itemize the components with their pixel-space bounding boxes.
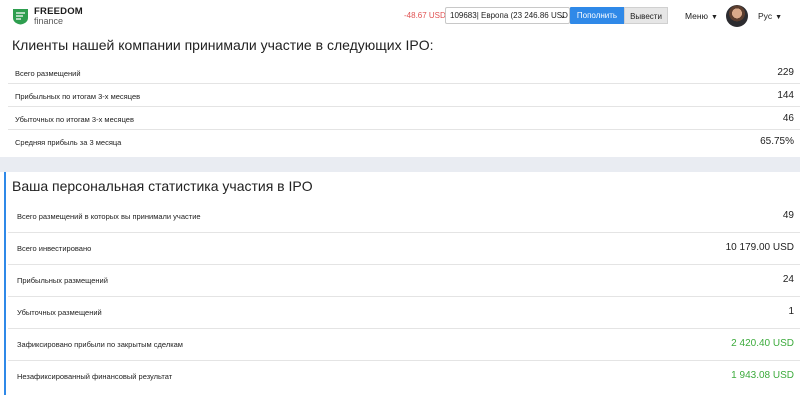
stats-label: Всего инвестировано (17, 244, 92, 253)
stats-label: Прибыльных размещений (17, 276, 108, 285)
account-select[interactable]: 109683| Европа (23 246.86 USD ⌄ (445, 7, 570, 24)
personal-row-invested: Всего инвестировано 10 179.00 USD (8, 233, 800, 265)
stats-value: 10 179.00 USD (725, 242, 794, 253)
stats-label: Убыточных размещений (17, 308, 102, 317)
stats-label: Прибыльных по итогам 3-х месяцев (15, 92, 141, 101)
chevron-down-icon: ⌄ (559, 11, 566, 20)
stats-value: 65.75% (760, 136, 794, 147)
personal-section-title: Ваша персональная статистика участия в I… (12, 178, 313, 194)
freedom-logo-icon (13, 8, 28, 25)
stats-label: Убыточных по итогам 3-х месяцев (15, 115, 134, 124)
stats-value: 144 (777, 90, 794, 101)
personal-row-loss: Убыточных размещений 1 (8, 297, 800, 329)
language-label: Рус (758, 11, 773, 21)
balance-change: -48.67 USD (404, 11, 446, 20)
avatar[interactable] (726, 5, 748, 27)
personal-row-participated: Всего размещений в которых вы принимали … (8, 200, 800, 233)
stats-label: Средняя прибыль за 3 месяца (15, 138, 122, 147)
language-dropdown[interactable]: Рус ▼ (758, 11, 782, 21)
menu-caret-icon: ▼ (710, 14, 718, 21)
personal-row-profitable: Прибыльных размещений 24 (8, 265, 800, 297)
company-section-title: Клиенты нашей компании принимали участие… (12, 37, 434, 53)
stats-row-total: Всего размещений 229 (8, 61, 800, 84)
stats-label: Всего размещений (15, 69, 81, 78)
section-accent-bar (4, 172, 6, 395)
stats-row-loss: Убыточных по итогам 3-х месяцев 46 (8, 107, 800, 130)
stats-value: 229 (777, 67, 794, 78)
personal-ipo-section: Ваша персональная статистика участия в I… (0, 172, 800, 395)
language-caret-icon: ▼ (775, 14, 783, 21)
deposit-button[interactable]: Пополнить (570, 7, 624, 24)
account-select-value: 109683| Европа (23 246.86 USD (450, 11, 568, 20)
logo-line-2: finance (34, 15, 64, 26)
menu-label: Меню (685, 11, 708, 21)
stats-value: 49 (782, 210, 794, 221)
stats-row-profitable: Прибыльных по итогам 3-х месяцев 144 (8, 84, 800, 107)
stats-value: 1 (788, 306, 794, 317)
stats-value-positive: 2 420.40 USD (731, 338, 794, 349)
stats-row-avg-profit: Средняя прибыль за 3 месяца 65.75% (8, 130, 800, 153)
stats-label: Зафиксировано прибыли по закрытым сделка… (17, 340, 183, 349)
stats-label: Всего размещений в которых вы принимали … (17, 212, 201, 221)
stats-label: Незафиксированный финансовый результат (17, 372, 173, 381)
personal-row-unrealized-result: Незафиксированный финансовый результат 1… (8, 361, 800, 395)
stats-value-positive: 1 943.08 USD (731, 370, 794, 381)
personal-row-realized-profit: Зафиксировано прибыли по закрытым сделка… (8, 329, 800, 361)
withdraw-button[interactable]: Вывести (624, 7, 668, 24)
logo-text: FREEDOM finance (34, 7, 83, 26)
stats-value: 24 (782, 274, 794, 285)
freedom-finance-logo[interactable]: FREEDOM finance (12, 7, 83, 26)
menu-dropdown[interactable]: Меню ▼ (685, 11, 718, 21)
stats-value: 46 (782, 113, 794, 124)
company-ipo-section: Клиенты нашей компании принимали участие… (0, 34, 800, 157)
top-header: FREEDOM finance -48.67 USD 109683| Европ… (0, 0, 800, 34)
